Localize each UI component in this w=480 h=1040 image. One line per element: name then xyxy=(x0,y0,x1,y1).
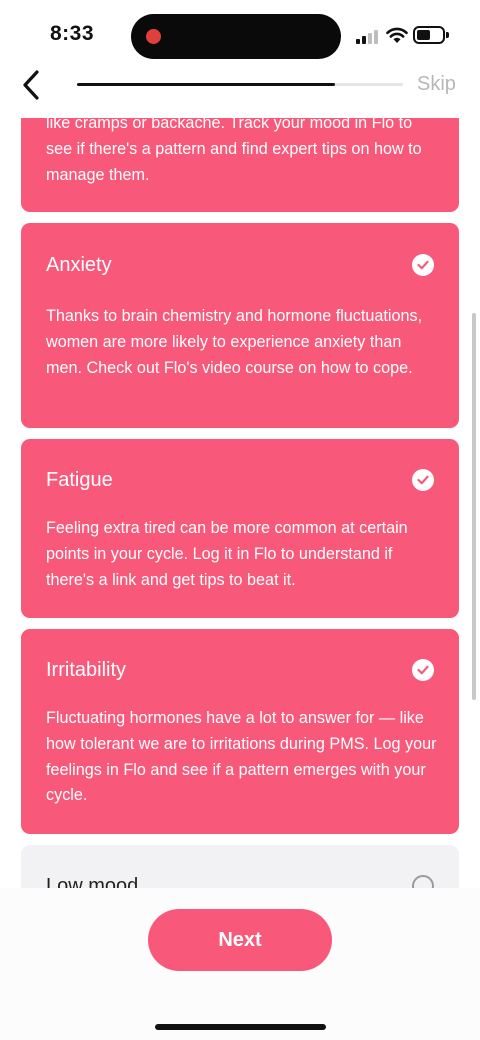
option-description: Fluctuating hormones have a lot to answe… xyxy=(46,709,437,805)
option-card-irritability[interactable]: Irritability Fluctuating hormones have a… xyxy=(21,629,459,834)
wifi-icon xyxy=(386,26,408,44)
option-card-anxiety[interactable]: Anxiety Thanks to brain chemistry and ho… xyxy=(21,223,459,428)
option-title: Irritability xyxy=(46,659,127,681)
option-title: Anxiety xyxy=(46,254,112,276)
next-button[interactable]: Next xyxy=(148,909,332,971)
option-title: Low mood xyxy=(46,875,139,888)
dynamic-island xyxy=(131,14,341,59)
chevron-left-icon xyxy=(23,70,39,100)
top-navigation: Skip xyxy=(0,64,480,106)
option-card-low-mood[interactable]: Low mood xyxy=(21,845,459,888)
option-description: like cramps or backache. Track your mood… xyxy=(46,118,422,184)
radio-unchecked-icon[interactable] xyxy=(412,875,434,888)
status-time: 8:33 xyxy=(50,22,95,45)
option-title: Fatigue xyxy=(46,469,113,491)
option-description: Thanks to brain chemistry and hormone fl… xyxy=(46,307,423,377)
back-button[interactable] xyxy=(14,68,48,102)
home-indicator[interactable] xyxy=(155,1024,326,1030)
option-description: Feeling extra tired can be more common a… xyxy=(46,519,408,589)
option-card-fatigue[interactable]: Fatigue Feeling extra tired can be more … xyxy=(21,439,459,618)
option-card-cramps[interactable]: like cramps or backache. Track your mood… xyxy=(21,118,459,212)
recording-indicator-icon xyxy=(146,29,161,44)
symptom-options-list[interactable]: like cramps or backache. Track your mood… xyxy=(0,118,480,888)
status-bar: 8:33 xyxy=(0,0,480,72)
skip-button[interactable]: Skip xyxy=(417,73,456,96)
checkmark-icon[interactable] xyxy=(412,659,434,681)
scrollbar[interactable] xyxy=(472,313,476,700)
progress-fill xyxy=(77,83,335,86)
onboarding-progress-bar xyxy=(77,83,403,86)
checkmark-icon[interactable] xyxy=(412,469,434,491)
cellular-signal-icon xyxy=(356,28,380,44)
checkmark-icon[interactable] xyxy=(412,254,434,276)
battery-icon xyxy=(413,26,449,44)
